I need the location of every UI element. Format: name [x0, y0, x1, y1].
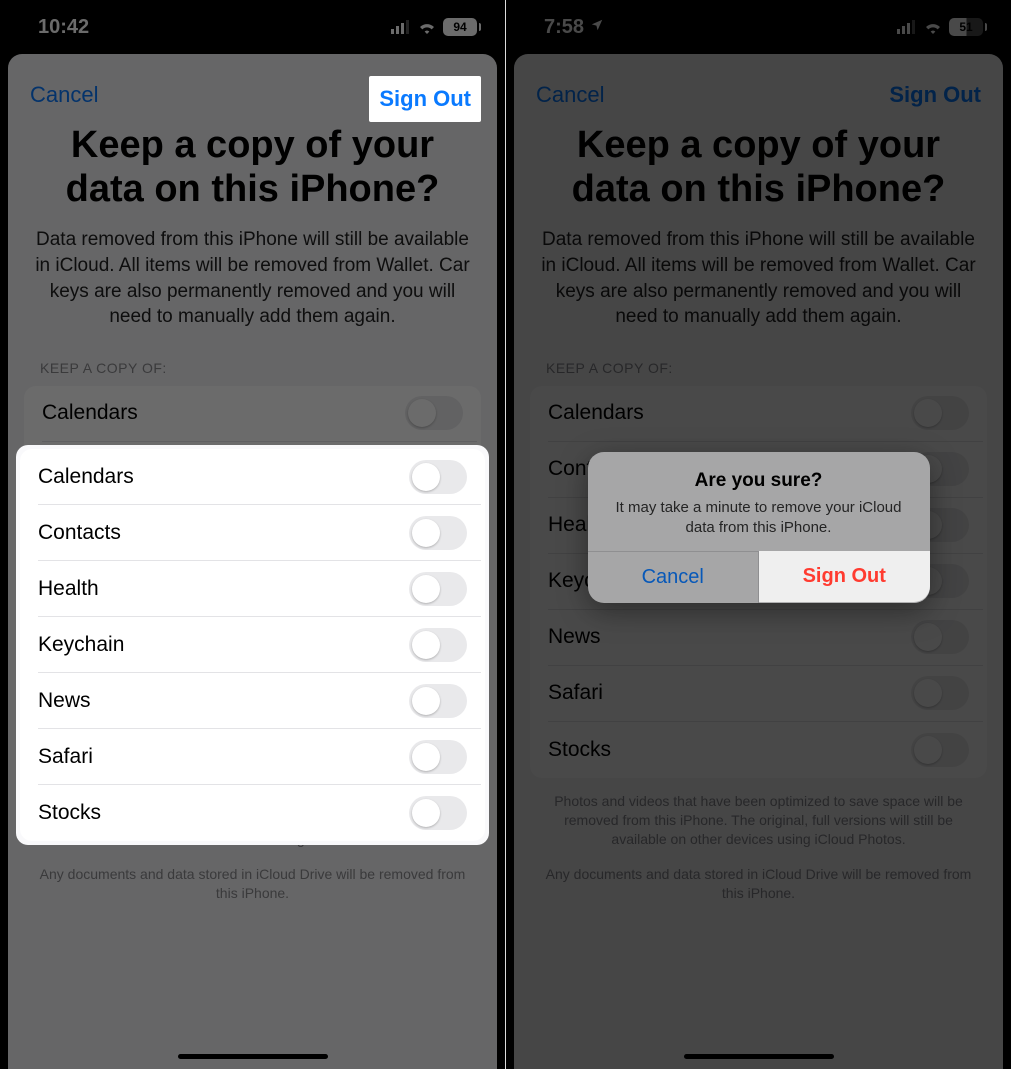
toggle-safari[interactable]: [409, 740, 467, 774]
item-label: Safari: [38, 745, 93, 769]
home-indicator[interactable]: [178, 1054, 328, 1059]
list-item: Safari: [38, 729, 481, 785]
toggle-calendars[interactable]: [409, 460, 467, 494]
status-bar: 10:42 94: [0, 0, 505, 48]
wifi-icon: [417, 20, 437, 34]
dim-overlay-2: [506, 0, 1011, 1069]
item-label: Calendars: [38, 465, 134, 489]
toggle-stocks[interactable]: [409, 796, 467, 830]
item-label: Keychain: [38, 633, 124, 657]
footnote-drive: Any documents and data stored in iCloud …: [8, 851, 497, 905]
list-item: Calendars: [38, 449, 481, 505]
battery-icon: 94: [443, 18, 477, 36]
highlight-keep-copy-list: Calendars Contacts Health Keychain News …: [16, 445, 489, 845]
item-label: Stocks: [38, 801, 101, 825]
section-header: KEEP A COPY OF:: [8, 342, 497, 382]
cancel-button[interactable]: Cancel: [30, 82, 98, 108]
list-item: Keychain: [38, 617, 481, 673]
item-label: News: [38, 689, 91, 713]
item-label: Contacts: [38, 521, 121, 545]
list-item: Contacts: [38, 505, 481, 561]
list-item: Stocks: [38, 785, 481, 841]
highlight-signout-button[interactable]: Sign Out: [369, 76, 481, 122]
toggle-health[interactable]: [409, 572, 467, 606]
toggle-contacts[interactable]: [409, 516, 467, 550]
page-title: Keep a copy of your data on this iPhone?: [8, 114, 497, 219]
status-time: 10:42: [38, 16, 89, 39]
toggle-news[interactable]: [409, 684, 467, 718]
list-item: Calendars: [42, 386, 477, 442]
item-label: Health: [38, 577, 99, 601]
page-subtitle: Data removed from this iPhone will still…: [8, 219, 497, 342]
toggle-keychain[interactable]: [409, 628, 467, 662]
item-label: Calendars: [42, 401, 138, 425]
screenshot-right: 7:58 51 Cancel Sign Out Keep a copy of y…: [506, 0, 1011, 1069]
list-item: News: [38, 673, 481, 729]
status-right: 94: [391, 18, 477, 36]
list-item: Health: [38, 561, 481, 617]
screenshot-left: 10:42 94 Cancel Sign Out Keep a copy of …: [0, 0, 505, 1069]
toggle-calendars[interactable]: [405, 396, 463, 430]
cellular-icon: [391, 20, 411, 34]
